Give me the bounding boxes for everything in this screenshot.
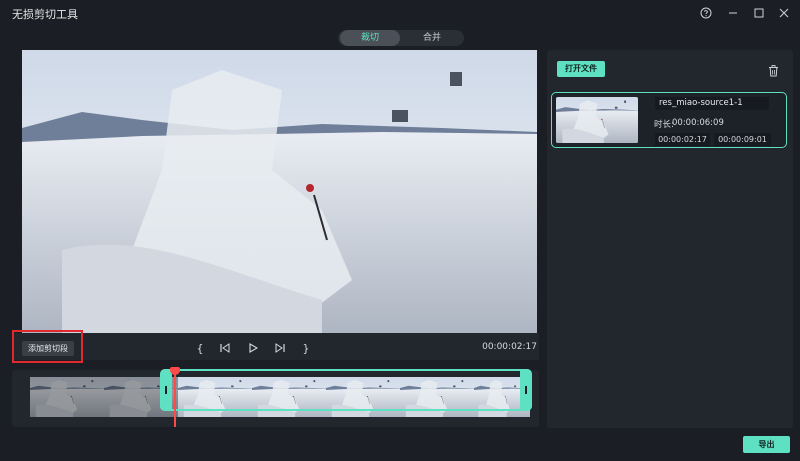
mark-out-button[interactable]: } xyxy=(301,341,311,355)
tab-cut[interactable]: 裁切 xyxy=(340,30,400,46)
export-button[interactable]: 导出 xyxy=(743,436,790,453)
selection-end-handle[interactable] xyxy=(520,369,532,411)
playhead[interactable] xyxy=(174,367,176,427)
title-bar: 无损剪切工具 xyxy=(0,0,800,26)
file-thumbnail xyxy=(556,97,638,143)
mark-in-button[interactable]: { xyxy=(195,341,205,355)
selection-range[interactable] xyxy=(160,369,532,411)
clip-start-time: 00:00:02:17 xyxy=(655,133,710,146)
selection-start-handle[interactable] xyxy=(160,369,172,411)
video-preview[interactable] xyxy=(22,50,537,333)
timeline[interactable] xyxy=(12,367,539,427)
duration-value: 00:00:06:09 xyxy=(672,118,724,128)
trash-icon[interactable] xyxy=(768,62,779,81)
player-controls: 添加剪切段 { } 00:00:02:17 xyxy=(12,333,539,360)
prev-frame-icon[interactable] xyxy=(218,341,232,355)
minimize-icon[interactable] xyxy=(724,4,742,22)
maximize-icon[interactable] xyxy=(750,4,768,22)
file-panel: 打开文件 res_miao-source1-1 时长: 00:00:06:09 … xyxy=(547,50,793,428)
tab-merge[interactable]: 合并 xyxy=(402,30,462,46)
file-list-item[interactable]: res_miao-source1-1 时长: 00:00:06:09 00:00… xyxy=(551,92,787,148)
file-name: res_miao-source1-1 xyxy=(655,97,769,110)
play-icon[interactable] xyxy=(246,341,260,355)
duration-label: 时长: xyxy=(654,120,674,130)
mode-tabs: 裁切 合并 xyxy=(338,30,464,46)
next-frame-icon[interactable] xyxy=(273,341,287,355)
clip-end-time: 00:00:09:01 xyxy=(714,133,771,146)
app-title: 无损剪切工具 xyxy=(12,8,78,21)
highlight-box xyxy=(12,330,83,363)
current-time: 00:00:02:17 xyxy=(482,342,537,352)
close-icon[interactable] xyxy=(775,4,793,22)
open-file-button[interactable]: 打开文件 xyxy=(557,61,605,77)
help-icon[interactable] xyxy=(697,4,715,22)
excluded-region xyxy=(30,377,178,417)
